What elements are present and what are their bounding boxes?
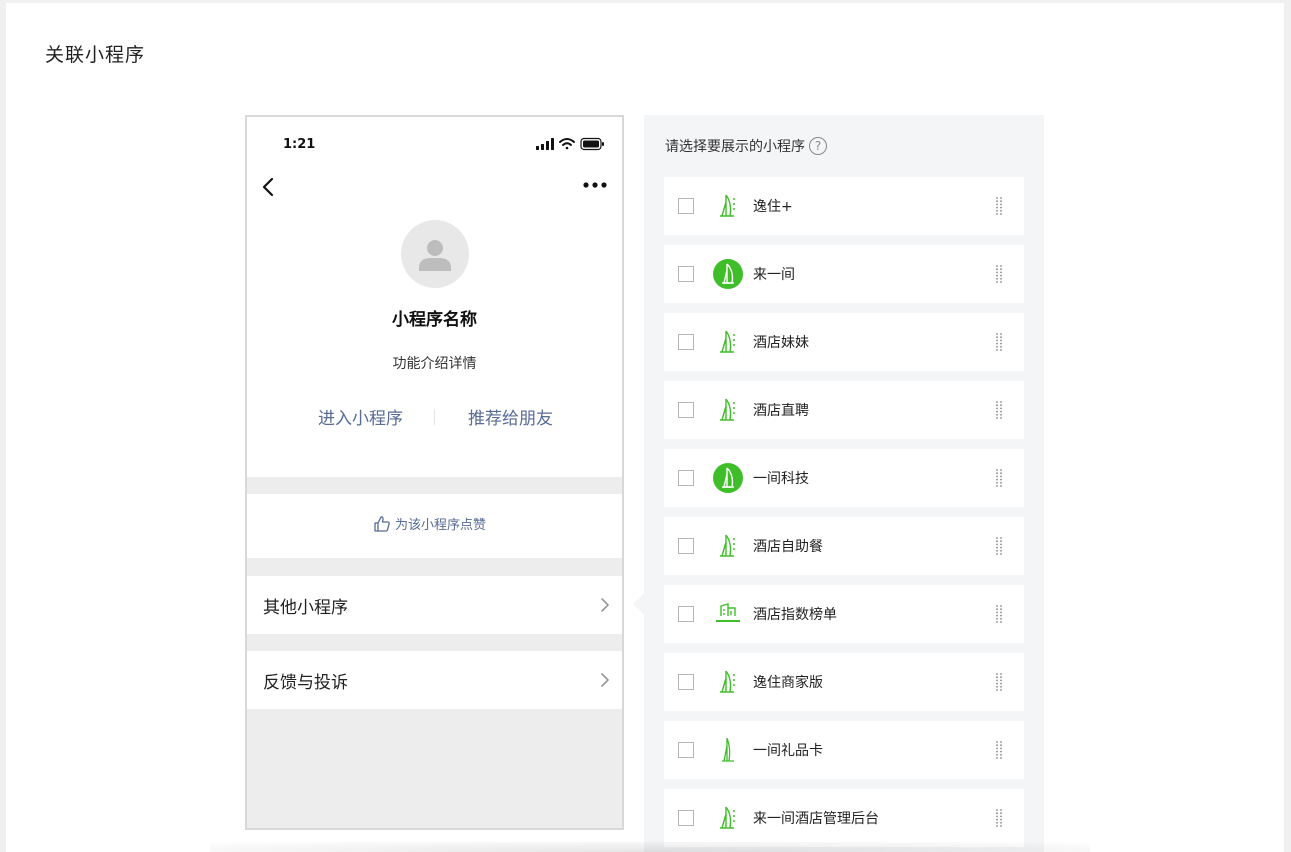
question-circle-icon[interactable]: ? bbox=[809, 137, 827, 155]
more-icon[interactable] bbox=[582, 177, 608, 193]
action-divider bbox=[434, 409, 435, 425]
list-item[interactable]: 逸住+ bbox=[664, 177, 1024, 235]
miniprogram-select-panel: 请选择要展示的小程序 ? 逸住+ 来一间酒店妹妹酒店直聘一间科技酒店自助餐酒店指数… bbox=[644, 115, 1044, 852]
drag-handle-icon[interactable] bbox=[994, 672, 1004, 692]
miniprogram-name: 酒店直聘 bbox=[753, 403, 809, 419]
drag-handle-icon[interactable] bbox=[994, 536, 1004, 556]
list-item[interactable]: 一间礼品卡 bbox=[664, 721, 1024, 779]
list-item[interactable]: 酒店妹妹 bbox=[664, 313, 1024, 371]
miniprogram-actions: 进入小程序 推荐给朋友 bbox=[247, 404, 622, 430]
bottom-shadow bbox=[210, 842, 1090, 852]
miniprogram-logo-icon bbox=[712, 326, 744, 358]
miniprogram-logo-icon bbox=[712, 666, 744, 698]
drag-handle-icon[interactable] bbox=[994, 808, 1004, 828]
panel-title: 请选择要展示的小程序 ? bbox=[665, 136, 827, 156]
select-checkbox[interactable] bbox=[678, 538, 694, 554]
miniprogram-name: 一间科技 bbox=[753, 471, 809, 487]
select-checkbox[interactable] bbox=[678, 674, 694, 690]
drag-handle-icon[interactable] bbox=[994, 264, 1004, 284]
miniprogram-name: 酒店妹妹 bbox=[753, 335, 809, 351]
user-placeholder-icon bbox=[419, 240, 451, 271]
recommend-to-friend-link[interactable]: 推荐给朋友 bbox=[468, 404, 553, 429]
like-content: 为该小程序点赞 bbox=[373, 514, 486, 533]
miniprogram-description: 功能介绍详情 bbox=[392, 356, 477, 372]
miniprogram-name: 来一间酒店管理后台 bbox=[753, 811, 879, 827]
drag-handle-icon[interactable] bbox=[994, 740, 1004, 760]
miniprogram-name: 逸住+ bbox=[753, 199, 793, 215]
menu-item-feedback[interactable]: 反馈与投诉 bbox=[247, 651, 622, 709]
miniprogram-logo-icon bbox=[712, 258, 744, 290]
phone-profile-section: 1:21 小程序名称 功能介绍详情 进入小程序 推荐给朋友 bbox=[247, 117, 622, 477]
miniprogram-list: 逸住+ 来一间酒店妹妹酒店直聘一间科技酒店自助餐酒店指数榜单 逸住商家版一间礼品卡来… bbox=[664, 177, 1024, 852]
miniprogram-logo-icon bbox=[712, 598, 744, 630]
miniprogram-name: 酒店自助餐 bbox=[753, 539, 823, 555]
list-item[interactable]: 来一间 bbox=[664, 245, 1024, 303]
miniprogram-logo-icon bbox=[712, 394, 744, 426]
select-checkbox[interactable] bbox=[678, 606, 694, 622]
signal-icon bbox=[536, 138, 554, 150]
list-item[interactable]: 酒店指数榜单 bbox=[664, 585, 1024, 643]
miniprogram-name: 酒店指数榜单 bbox=[753, 607, 837, 623]
menu-item-label: 其他小程序 bbox=[263, 598, 348, 618]
miniprogram-logo-icon bbox=[712, 530, 744, 562]
drag-handle-icon[interactable] bbox=[994, 400, 1004, 420]
list-item[interactable]: 酒店自助餐 bbox=[664, 517, 1024, 575]
list-item[interactable]: 一间科技 bbox=[664, 449, 1024, 507]
select-checkbox[interactable] bbox=[678, 266, 694, 282]
drag-handle-icon[interactable] bbox=[994, 468, 1004, 488]
miniprogram-name: 小程序名称 bbox=[392, 310, 477, 330]
page-title: 关联小程序 bbox=[45, 44, 146, 66]
miniprogram-logo-icon bbox=[712, 734, 744, 766]
list-item[interactable]: 来一间酒店管理后台 bbox=[664, 789, 1024, 847]
drag-handle-icon[interactable] bbox=[994, 196, 1004, 216]
miniprogram-name: 来一间 bbox=[753, 267, 795, 283]
select-checkbox[interactable] bbox=[678, 198, 694, 214]
avatar bbox=[401, 220, 469, 288]
enter-miniprogram-link[interactable]: 进入小程序 bbox=[318, 404, 403, 429]
status-time: 1:21 bbox=[283, 137, 316, 152]
thumbs-up-icon bbox=[374, 515, 390, 532]
miniprogram-logo-icon bbox=[712, 802, 744, 834]
select-checkbox[interactable] bbox=[678, 742, 694, 758]
menu-item-label: 反馈与投诉 bbox=[263, 673, 348, 693]
select-checkbox[interactable] bbox=[678, 402, 694, 418]
like-button[interactable]: 为该小程序点赞 bbox=[247, 494, 622, 558]
select-checkbox[interactable] bbox=[678, 334, 694, 350]
phone-preview: 1:21 小程序名称 功能介绍详情 进入小程序 推荐给朋友 为该小程序点赞 其他… bbox=[245, 115, 624, 830]
list-item[interactable]: 酒店直聘 bbox=[664, 381, 1024, 439]
back-icon[interactable] bbox=[259, 177, 279, 197]
wifi-icon bbox=[559, 138, 575, 150]
menu-item-other-miniprograms[interactable]: 其他小程序 bbox=[247, 576, 622, 634]
select-checkbox[interactable] bbox=[678, 470, 694, 486]
list-item[interactable]: 逸住商家版 bbox=[664, 653, 1024, 711]
chevron-right-icon bbox=[601, 598, 609, 612]
miniprogram-name: 逸住商家版 bbox=[753, 675, 823, 691]
status-icons bbox=[536, 137, 604, 151]
select-checkbox[interactable] bbox=[678, 810, 694, 826]
miniprogram-name: 一间礼品卡 bbox=[753, 743, 823, 759]
drag-handle-icon[interactable] bbox=[994, 604, 1004, 624]
like-label: 为该小程序点赞 bbox=[395, 518, 487, 533]
battery-icon bbox=[580, 137, 604, 151]
miniprogram-logo-icon bbox=[712, 190, 744, 222]
panel-title-text: 请选择要展示的小程序 bbox=[665, 139, 805, 155]
miniprogram-logo-icon bbox=[712, 462, 744, 494]
chevron-right-icon bbox=[601, 673, 609, 687]
drag-handle-icon[interactable] bbox=[994, 332, 1004, 352]
